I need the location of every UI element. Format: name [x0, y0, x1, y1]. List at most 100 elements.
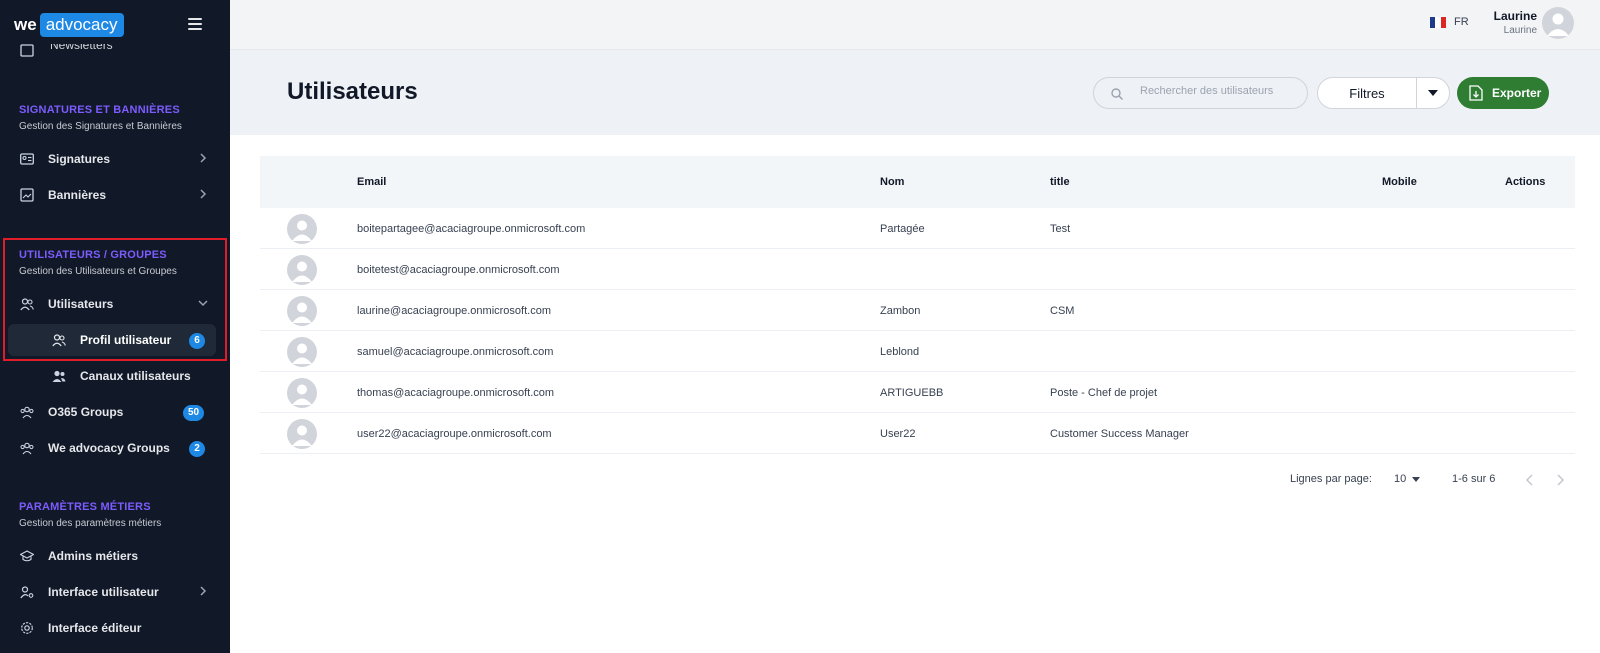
cell-email: samuel@acaciagroupe.onmicrosoft.com: [357, 346, 554, 358]
sidebar-item-label: O365 Groups: [48, 405, 124, 419]
table-row[interactable]: boitepartagee@acaciagroupe.onmicrosoft.c…: [260, 208, 1575, 249]
search-box[interactable]: [1093, 77, 1308, 109]
chevron-right-icon: [200, 153, 207, 163]
sidebar-item-canaux-utilisateurs[interactable]: Canaux utilisateurs: [4, 360, 220, 392]
avatar-person-icon: [292, 384, 312, 405]
cell-nom: User22: [880, 428, 916, 440]
avatar-person-icon: [292, 220, 312, 241]
page-header: Utilisateurs Filtres Exporter: [230, 50, 1600, 135]
cell-title: Customer Success Manager: [1050, 428, 1189, 440]
highlight-box: [3, 238, 227, 361]
sidebar-item-label: Canaux utilisateurs: [80, 369, 191, 383]
caret-down-icon: [1428, 90, 1438, 96]
avatar: [287, 255, 317, 285]
image-icon: [20, 188, 34, 202]
count-badge: 50: [183, 405, 205, 421]
sidebar-item-interface-editeur[interactable]: Interface éditeur: [4, 612, 220, 644]
app-logo[interactable]: we advocacy: [14, 12, 124, 38]
id-card-icon: [20, 153, 34, 165]
cell-nom: ARTIGUEBB: [880, 387, 944, 399]
filters-button[interactable]: Filtres: [1317, 77, 1417, 109]
language-label: FR: [1454, 16, 1469, 28]
table-header: Email Nom title Mobile Actions: [260, 156, 1575, 208]
column-header-actions: Actions: [1505, 176, 1546, 188]
sidebar-item-admins-metiers[interactable]: Admins métiers: [4, 540, 220, 572]
logo-we-text: we: [14, 15, 37, 34]
sidebar-item-label: We advocacy Groups: [48, 441, 170, 455]
avatar: [287, 296, 317, 326]
column-header-nom[interactable]: Nom: [880, 176, 904, 188]
group-icon: [20, 442, 34, 455]
user-subtitle: Laurine: [1503, 25, 1537, 36]
rows-per-page-label: Lignes par page:: [1290, 473, 1372, 485]
caret-down-icon[interactable]: [1412, 477, 1420, 482]
cell-title: Poste - Chef de projet: [1050, 387, 1158, 399]
sidebar-item-label: Bannières: [48, 188, 107, 202]
cell-email: user22@acaciagroupe.onmicrosoft.com: [357, 428, 552, 440]
cell-nom: Leblond: [880, 346, 920, 358]
sidebar-item-signatures[interactable]: Signatures: [4, 143, 220, 175]
sidebar-item-label: Newsletters: [50, 44, 113, 52]
sidebar: we advocacy Newsletters SIGNATURES ET BA…: [0, 0, 230, 653]
search-input[interactable]: [1140, 85, 1300, 97]
newspaper-icon: [20, 44, 34, 57]
graduation-cap-icon: [20, 550, 34, 562]
avatar-person-icon: [292, 425, 312, 446]
avatar-person-icon: [292, 261, 312, 282]
user-group-icon: [52, 370, 66, 382]
user-settings-icon: [20, 586, 34, 599]
column-header-email[interactable]: Email: [357, 176, 386, 188]
gear-icon: [21, 622, 33, 634]
group-icon: [20, 406, 34, 419]
section-subtitle-signatures: Gestion des Signatures et Bannières: [19, 121, 182, 132]
table-row[interactable]: laurine@acaciagroupe.onmicrosoft.com Zamb…: [260, 290, 1575, 331]
cell-nom: Partagée: [880, 223, 925, 235]
filters-dropdown-button[interactable]: [1416, 77, 1450, 109]
table-body: boitepartagee@acaciagroupe.onmicrosoft.c…: [260, 208, 1575, 454]
logo-advocacy-text: advocacy: [39, 13, 124, 37]
language-selector[interactable]: FR: [1430, 16, 1469, 28]
sidebar-item-we-advocacy-groups[interactable]: We advocacy Groups 2: [4, 432, 220, 464]
rows-per-page-select[interactable]: 10: [1394, 473, 1406, 485]
export-button[interactable]: Exporter: [1457, 77, 1549, 109]
table-row[interactable]: samuel@acaciagroupe.onmicrosoft.com Leblo…: [260, 331, 1575, 372]
sidebar-item-interface-utilisateur[interactable]: Interface utilisateur: [4, 576, 220, 608]
avatar-person-icon: [292, 343, 312, 364]
chevron-right-icon: [200, 586, 207, 596]
top-bar: FR Laurine Laurine: [230, 0, 1600, 50]
user-avatar[interactable]: [1542, 7, 1574, 39]
avatar: [287, 378, 317, 408]
cell-email: laurine@acaciagroupe.onmicrosoft.com: [357, 305, 551, 317]
search-icon: [1111, 88, 1124, 101]
cell-nom: Zambon: [880, 305, 921, 317]
sidebar-item-bannieres[interactable]: Bannières: [4, 179, 220, 211]
chevron-left-icon[interactable]: [1522, 472, 1538, 488]
sidebar-item-newsletters[interactable]: Newsletters: [20, 44, 113, 60]
cell-email: boitepartagee@acaciagroupe.onmicrosoft.c…: [357, 223, 586, 235]
table-row[interactable]: user22@acaciagroupe.onmicrosoft.com User2…: [260, 413, 1575, 454]
column-header-mobile[interactable]: Mobile: [1382, 176, 1417, 188]
section-title-signatures: SIGNATURES ET BANNIÈRES: [19, 104, 180, 116]
avatar-person-icon: [1547, 13, 1569, 36]
cell-email: thomas@acaciagroupe.onmicrosoft.com: [357, 387, 555, 399]
column-header-title[interactable]: title: [1050, 176, 1070, 188]
page-title: Utilisateurs: [287, 78, 418, 105]
export-label: Exporter: [1492, 86, 1542, 100]
cell-title: Test: [1050, 223, 1071, 235]
sidebar-item-label: Interface éditeur: [48, 621, 142, 635]
sidebar-item-o365-groups[interactable]: O365 Groups 50: [4, 396, 220, 428]
pagination-range: 1-6 sur 6: [1452, 473, 1496, 485]
hamburger-menu-icon[interactable]: [188, 18, 202, 30]
chevron-right-icon[interactable]: [1552, 472, 1568, 488]
users-table: Email Nom title Mobile Actions boitepart…: [260, 156, 1575, 454]
cell-title: CSM: [1050, 305, 1075, 317]
table-row[interactable]: boitetest@acaciagroupe.onmicrosoft.com: [260, 249, 1575, 290]
avatar: [287, 419, 317, 449]
avatar-person-icon: [292, 302, 312, 323]
table-row[interactable]: thomas@acaciagroupe.onmicrosoft.com ARTIG…: [260, 372, 1575, 413]
sidebar-item-label: Interface utilisateur: [48, 585, 159, 599]
file-download-icon: [1469, 85, 1483, 101]
avatar: [287, 214, 317, 244]
pagination: Lignes par page: 10 1-6 sur 6: [260, 468, 1575, 492]
chevron-right-icon: [200, 189, 207, 199]
